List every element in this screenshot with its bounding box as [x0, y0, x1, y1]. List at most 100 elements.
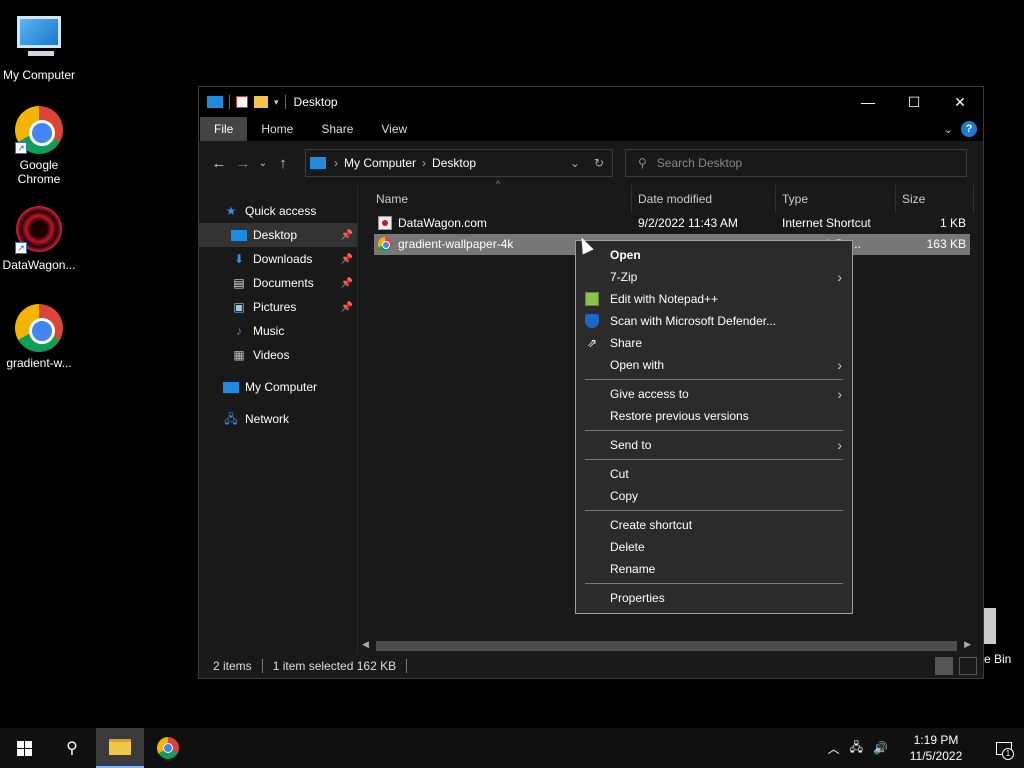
nav-network[interactable]: 🖧 Network [199, 407, 357, 431]
chevron-right-icon: › [837, 386, 842, 402]
tab-share[interactable]: Share [307, 117, 367, 141]
details-view-button[interactable] [935, 657, 953, 675]
large-icons-view-button[interactable] [959, 657, 977, 675]
recycle-bin-icon[interactable] [982, 608, 996, 644]
chevron-right-icon: › [837, 437, 842, 453]
clock-date: 11/5/2022 [909, 749, 963, 763]
nav-quick-access[interactable]: ★ Quick access [199, 199, 357, 223]
scroll-right-icon[interactable]: ▶ [964, 639, 971, 650]
table-row[interactable]: DataWagon.com 9/2/2022 11:43 AM Internet… [374, 213, 970, 234]
taskbar: ⚲ ︿ 🖧 🔊 1:19 PM 11/5/2022 1 [0, 728, 1024, 768]
menu-item-give-access[interactable]: Give access to › [576, 383, 852, 405]
scroll-left-icon[interactable]: ◀ [362, 639, 369, 650]
ribbon-tabs: File Home Share View ⌄ ? [199, 117, 983, 141]
desktop-icon-gradient-wallpaper[interactable]: gradient-w... [0, 304, 78, 370]
menu-item-create-shortcut[interactable]: Create shortcut [576, 514, 852, 536]
maximize-button[interactable]: ☐ [891, 87, 937, 117]
search-button[interactable]: ⚲ [48, 728, 96, 768]
nav-downloads[interactable]: ⬇ Downloads 📌 [199, 247, 357, 271]
action-center-button[interactable]: 1 [984, 728, 1024, 768]
share-icon: ⇗ [586, 336, 598, 350]
title-bar: ▾ Desktop — ☐ ✕ [199, 87, 983, 117]
tab-view[interactable]: View [367, 117, 421, 141]
forward-button[interactable]: → [231, 155, 255, 172]
search-input[interactable]: ⚲ Search Desktop [625, 149, 967, 177]
taskbar-chrome[interactable] [144, 728, 192, 768]
menu-item-properties[interactable]: Properties [576, 587, 852, 609]
explorer-icon [207, 96, 223, 108]
search-placeholder: Search Desktop [656, 156, 743, 170]
system-tray: ︿ 🖧 🔊 1:19 PM 11/5/2022 1 [828, 728, 1024, 768]
search-icon: ⚲ [66, 740, 78, 757]
network-icon[interactable]: 🖧 [850, 738, 863, 759]
clock[interactable]: 1:19 PM 11/5/2022 [898, 732, 974, 764]
show-hidden-icons-icon[interactable]: ︿ [828, 740, 840, 757]
expand-ribbon-icon[interactable]: ⌄ [944, 123, 953, 136]
scrollbar-thumb[interactable] [376, 641, 957, 651]
tab-home[interactable]: Home [247, 117, 307, 141]
pin-icon: 📌 [340, 229, 353, 241]
menu-item-copy[interactable]: Copy [576, 485, 852, 507]
back-button[interactable]: ← [207, 155, 231, 172]
menu-item-open[interactable]: Open [576, 244, 852, 266]
column-date-modified[interactable]: Date modified [632, 185, 776, 213]
chevron-right-icon: › [837, 269, 842, 285]
refresh-icon[interactable]: ↻ [594, 156, 604, 170]
properties-icon[interactable] [236, 96, 248, 108]
desktop-icon [231, 229, 247, 241]
address-bar[interactable]: › My Computer › Desktop ⌄ ↻ [305, 149, 613, 177]
menu-item-open-with[interactable]: Open with › [576, 354, 852, 376]
search-icon: ⚲ [638, 156, 647, 170]
menu-item-rename[interactable]: Rename [576, 558, 852, 580]
menu-item-restore-versions[interactable]: Restore previous versions [576, 405, 852, 427]
selection-info: 1 item selected 162 KB [272, 659, 397, 673]
nav-my-computer[interactable]: My Computer [199, 375, 357, 399]
column-name[interactable]: Name [370, 185, 632, 213]
recent-locations-button[interactable]: ⌄ [255, 158, 271, 169]
video-icon: ▦ [233, 348, 245, 362]
desktop-icon-label: My Computer [2, 68, 76, 82]
column-size[interactable]: Size [896, 185, 974, 213]
menu-item-7zip[interactable]: 7-Zip › [576, 266, 852, 288]
breadcrumb-desktop[interactable]: Desktop [432, 156, 476, 170]
help-icon[interactable]: ? [961, 121, 977, 137]
menu-item-delete[interactable]: Delete [576, 536, 852, 558]
customize-toolbar-icon[interactable]: ▾ [274, 97, 279, 108]
tab-file[interactable]: File [200, 117, 248, 141]
recycle-bin-label: e Bin [984, 652, 1012, 666]
picture-icon: ▣ [233, 300, 245, 314]
menu-item-scan-defender[interactable]: Scan with Microsoft Defender... [576, 310, 852, 332]
desktop-icon-datawagon[interactable]: ↗ DataWagon... [0, 206, 78, 272]
taskbar-file-explorer[interactable] [96, 728, 144, 768]
nav-videos[interactable]: ▦ Videos [199, 343, 357, 367]
notepadpp-icon [585, 292, 599, 306]
menu-item-cut[interactable]: Cut [576, 463, 852, 485]
menu-item-share[interactable]: ⇗ Share [576, 332, 852, 354]
volume-icon[interactable]: 🔊 [873, 741, 888, 755]
start-button[interactable] [0, 728, 48, 768]
chrome-icon: ↗ [15, 106, 63, 154]
desktop-icon-google-chrome[interactable]: ↗ Google Chrome [0, 106, 78, 186]
address-dropdown-icon[interactable]: ⌄ [570, 156, 580, 170]
quick-access-toolbar: ▾ [199, 95, 286, 109]
menu-item-send-to[interactable]: Send to › [576, 434, 852, 456]
column-type[interactable]: Type [776, 185, 896, 213]
nav-documents[interactable]: ▤ Documents 📌 [199, 271, 357, 295]
minimize-button[interactable]: — [845, 87, 891, 117]
pin-icon: 📌 [340, 301, 353, 313]
horizontal-scrollbar[interactable]: ◀ ▶ [358, 637, 975, 654]
chrome-icon [157, 737, 179, 759]
up-button[interactable]: ↑ [271, 155, 295, 172]
new-folder-icon[interactable] [254, 96, 268, 108]
network-icon: 🖧 [224, 412, 238, 426]
navigation-pane: ★ Quick access Desktop 📌 ⬇ Downloads 📌 ▤… [199, 185, 357, 654]
breadcrumb-my-computer[interactable]: My Computer [344, 156, 416, 170]
close-button[interactable]: ✕ [937, 87, 983, 117]
nav-desktop[interactable]: Desktop 📌 [199, 223, 357, 247]
menu-item-edit-notepadpp[interactable]: Edit with Notepad++ [576, 288, 852, 310]
nav-music[interactable]: ♪ Music [199, 319, 357, 343]
nav-pictures[interactable]: ▣ Pictures 📌 [199, 295, 357, 319]
desktop-icon-my-computer[interactable]: My Computer [0, 10, 78, 82]
desktop-icon-label: gradient-w... [6, 356, 72, 370]
star-icon: ★ [225, 204, 237, 218]
